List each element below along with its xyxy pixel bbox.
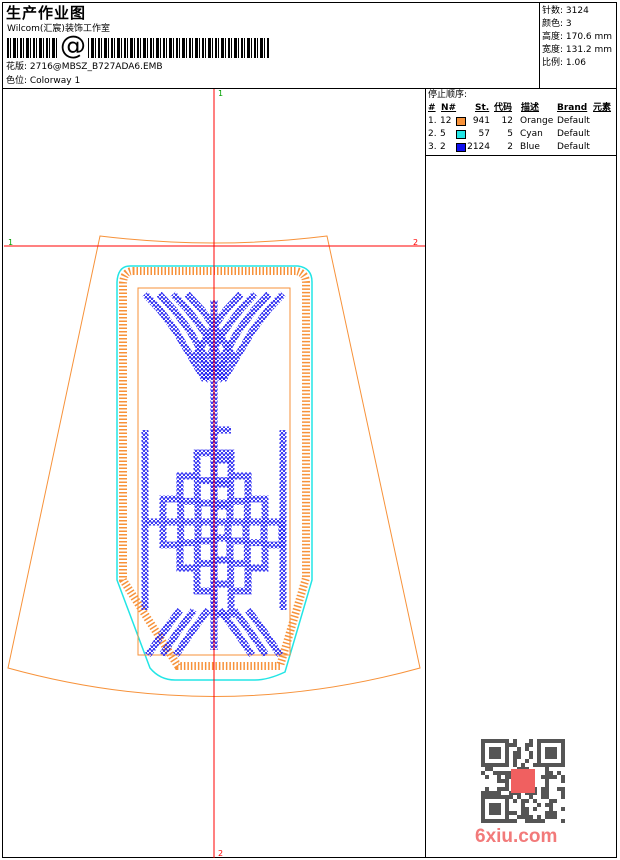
axis-label-right: 2: [413, 238, 418, 247]
axis-label-top: 1: [218, 89, 223, 98]
seal-logo: [511, 769, 535, 793]
axis-label-left: 1: [8, 238, 13, 247]
axis-label-bottom: 2: [218, 849, 223, 858]
qr-code: [481, 739, 565, 823]
design-canvas: 1 2 1 2: [4, 89, 425, 858]
watermark-site: 6xiu.com: [475, 826, 558, 847]
